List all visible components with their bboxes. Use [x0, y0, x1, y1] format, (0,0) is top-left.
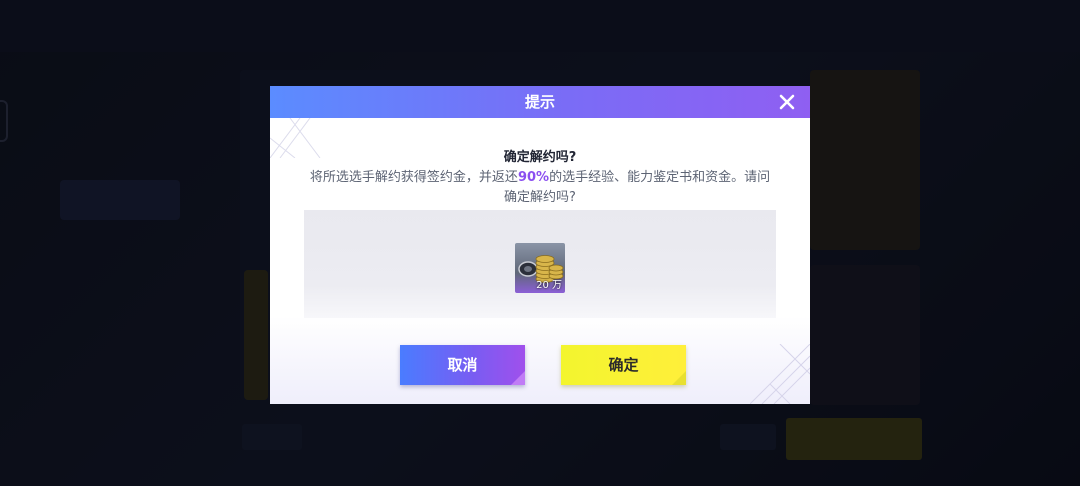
button-corner-accent	[511, 371, 525, 385]
button-corner-accent	[672, 371, 686, 385]
dialog-header: 提示	[270, 86, 810, 118]
corner-decoration	[750, 344, 810, 404]
confirm-message: 将所选选手解约获得签约金，并返还90%的选手经验、能力鉴定书和资金。请问确定解约…	[304, 168, 776, 208]
confirm-button-label: 确定	[608, 356, 639, 374]
dialog-bottom-fade	[270, 316, 810, 404]
reward-item[interactable]: 20 万	[515, 243, 565, 293]
reward-amount: 20 万	[536, 280, 562, 291]
confirm-heading: 确定解约吗?	[503, 150, 577, 165]
cancel-button-label: 取消	[447, 356, 478, 374]
refund-percentage: 90%	[517, 170, 550, 185]
terminate-contract-dialog: 提示 确定解约吗? 将所选选手解约获得签约金，并返还90%的选手经验、能力鉴定书…	[270, 86, 810, 404]
cancel-button[interactable]: 取消	[400, 345, 525, 385]
dialog-title: 提示	[524, 93, 555, 111]
close-icon[interactable]	[778, 93, 796, 111]
confirm-button[interactable]: 确定	[561, 345, 686, 385]
message-text: 将所选选手解约获得签约金，并返还	[309, 170, 518, 185]
reward-panel: 20 万	[304, 210, 776, 318]
